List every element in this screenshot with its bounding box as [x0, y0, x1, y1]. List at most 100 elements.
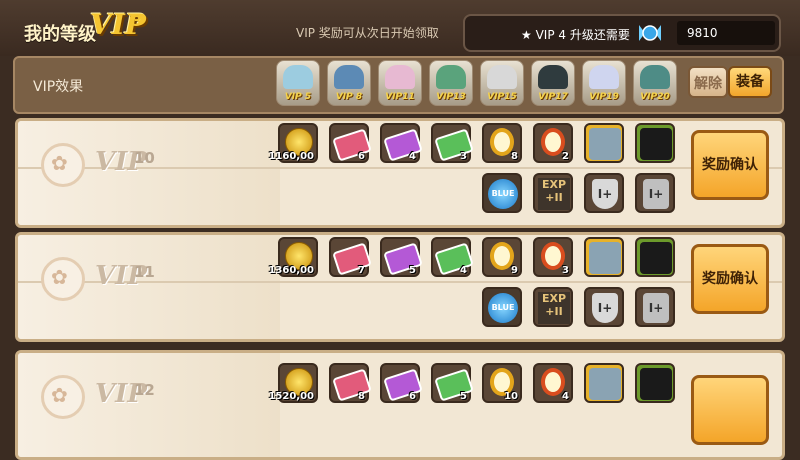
badge-label: VIP 8 — [335, 92, 363, 102]
exp-icon: EXP +II — [538, 292, 570, 324]
knight-pet-item[interactable] — [584, 123, 624, 163]
maple-leaf-icon: ✿ — [41, 375, 85, 419]
upgrade-panel: ★ VIP 4 升级还需要 9810 — [463, 14, 781, 52]
red-ticket-item[interactable]: 6 — [329, 123, 372, 163]
item-count: 9 — [511, 265, 518, 276]
red-ring-item[interactable]: 2 — [533, 123, 573, 163]
purple-ticket-item[interactable]: 6 — [380, 363, 423, 403]
item-count: 8 — [511, 151, 518, 162]
dark-pet-item[interactable] — [635, 363, 675, 403]
gold-ring-item[interactable]: 9 — [482, 237, 522, 277]
vip-effect-badge[interactable]: VIP 8 — [327, 60, 371, 106]
vip-effect-badge[interactable]: VIP19 — [582, 60, 626, 106]
purple-ticket-item[interactable]: 5 — [380, 237, 423, 277]
knight-icon — [589, 242, 621, 274]
blue-potion-item[interactable]: BLUE — [482, 287, 522, 327]
badge-label: VIP11 — [385, 92, 415, 102]
vip-effects-label: VIP效果 — [33, 79, 84, 95]
row-vip-level: 11 — [134, 263, 155, 281]
shield-icon: I+ — [592, 293, 618, 323]
badge-icon — [436, 65, 466, 89]
vip-effect-badge[interactable]: VIP11 — [378, 60, 422, 106]
knight-icon — [589, 368, 621, 400]
row-vip-level: 10 — [134, 149, 155, 167]
purple-ticket-item[interactable]: 4 — [380, 123, 423, 163]
blue-orb-icon: BLUE — [488, 293, 518, 323]
knight-pet-item[interactable] — [584, 237, 624, 277]
sword-icon: I+ — [643, 293, 669, 323]
knight-icon — [589, 128, 621, 160]
dark-creature-icon — [640, 368, 672, 400]
red-ticket-item[interactable]: 8 — [329, 363, 372, 403]
blue-potion-item[interactable]: BLUE — [482, 173, 522, 213]
unequip-button[interactable]: 解除 — [688, 66, 728, 98]
item-count: 1360,00 — [268, 265, 314, 276]
red-ring-item[interactable]: 4 — [533, 363, 573, 403]
item-count: 2 — [562, 151, 569, 162]
row-vip-level: 12 — [134, 381, 155, 399]
dark-creature-icon — [640, 242, 672, 274]
vip-reward-row: ✿ VIP 11 1360,00 7 5 4 9 3 BLUE EXP +II … — [15, 232, 785, 342]
meso-coin-item[interactable]: 1520,00 — [268, 363, 318, 403]
badge-icon — [283, 65, 313, 89]
item-count: 1160,00 — [268, 151, 314, 162]
exp-coupon-item[interactable]: EXP +II — [533, 173, 573, 213]
ticket-icon — [383, 242, 423, 276]
knight-pet-item[interactable] — [584, 363, 624, 403]
vip-effect-badge[interactable]: VIP13 — [429, 60, 473, 106]
vip-effect-badge[interactable]: VIP17 — [531, 60, 575, 106]
item-count: 8 — [358, 391, 365, 402]
item-count: 3 — [460, 151, 467, 162]
claim-reward-button[interactable]: 奖励确认 — [691, 244, 769, 314]
equip-button[interactable]: 装备 — [728, 66, 772, 98]
green-ticket-item[interactable]: 3 — [431, 123, 474, 163]
maple-leaf-icon: ✿ — [41, 143, 85, 187]
red-ticket-item[interactable]: 7 — [329, 237, 372, 277]
green-ticket-item[interactable]: 4 — [431, 237, 474, 277]
badge-label: VIP19 — [589, 92, 619, 102]
item-count: 4 — [562, 391, 569, 402]
dark-pet-item[interactable] — [635, 237, 675, 277]
item-count: 5 — [409, 265, 416, 276]
green-ticket-item[interactable]: 5 — [431, 363, 474, 403]
red-ring-item[interactable]: 3 — [533, 237, 573, 277]
ticket-icon — [434, 128, 474, 162]
reward-note: VIP 奖励可从次日开始领取 — [296, 26, 439, 40]
item-count: 6 — [358, 151, 365, 162]
exp-coupon-item[interactable]: EXP +II — [533, 287, 573, 327]
badge-icon — [640, 65, 670, 89]
dark-pet-item[interactable] — [635, 123, 675, 163]
gold-ring-item[interactable]: 10 — [482, 363, 522, 403]
item-count: 1520,00 — [268, 391, 314, 402]
blue-orb-icon: BLUE — [488, 179, 518, 209]
candy-icon — [639, 25, 661, 41]
dark-creature-icon — [640, 128, 672, 160]
vip-reward-row: ✿ VIP 12 1520,00 8 6 5 10 4 — [15, 350, 785, 460]
item-count: 3 — [562, 265, 569, 276]
badge-label: VIP17 — [538, 92, 568, 102]
item-count: 4 — [460, 265, 467, 276]
ticket-icon — [332, 368, 372, 402]
shield-scroll-item[interactable]: I+ — [584, 287, 624, 327]
badge-icon — [334, 65, 364, 89]
meso-coin-item[interactable]: 1160,00 — [268, 123, 318, 163]
badge-label: VIP 5 — [284, 92, 312, 102]
vip-effect-badge[interactable]: VIP15 — [480, 60, 524, 106]
claim-reward-button[interactable] — [691, 375, 769, 445]
meso-coin-item[interactable]: 1360,00 — [268, 237, 318, 277]
shield-scroll-item[interactable]: I+ — [584, 173, 624, 213]
badge-icon — [487, 65, 517, 89]
vip-reward-row: ✿ VIP 10 1160,00 6 4 3 8 2 BLUE EXP +II … — [15, 118, 785, 228]
vip-effects-bar: VIP效果 VIP 5 VIP 8 VIP11 VIP13 VIP15 VIP1… — [13, 56, 784, 114]
vip-level: 3 — [132, 12, 143, 30]
sword-scroll-item[interactable]: I+ — [635, 173, 675, 213]
gold-ring-item[interactable]: 8 — [482, 123, 522, 163]
vip-effect-badge[interactable]: VIP 5 — [276, 60, 320, 106]
ticket-icon — [332, 128, 372, 162]
badge-icon — [538, 65, 568, 89]
shield-icon: I+ — [592, 179, 618, 209]
sword-scroll-item[interactable]: I+ — [635, 287, 675, 327]
vip-effect-badge[interactable]: VIP20 — [633, 60, 677, 106]
claim-reward-button[interactable]: 奖励确认 — [691, 130, 769, 200]
header: 我的等级 VIP 3 VIP 奖励可从次日开始领取 ★ VIP 4 升级还需要 … — [0, 0, 800, 56]
